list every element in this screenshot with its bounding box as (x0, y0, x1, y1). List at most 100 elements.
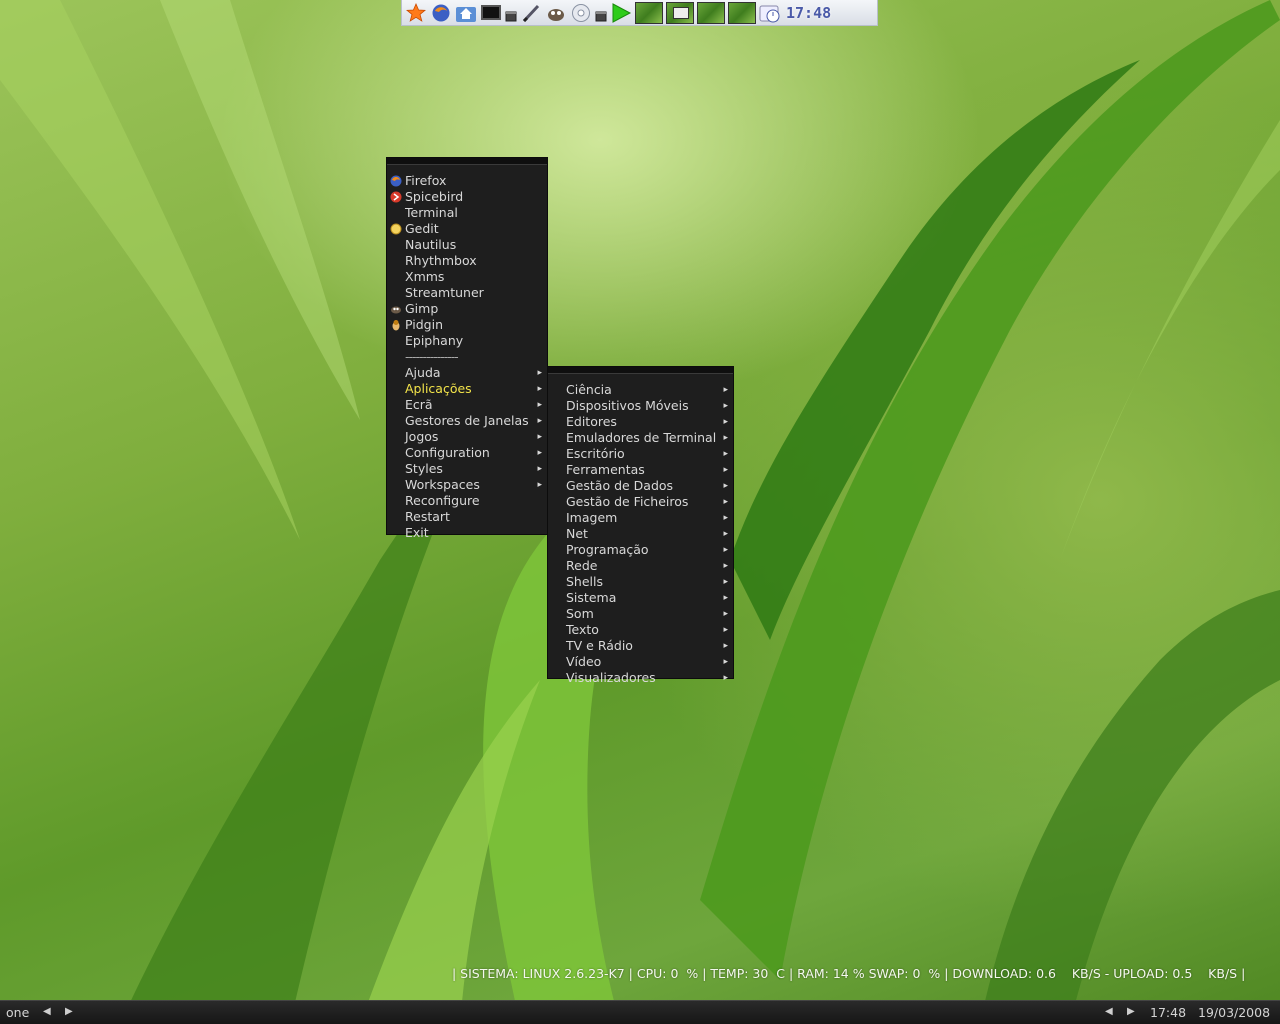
chevron-right-icon: ▸ (537, 368, 542, 378)
submenu-item[interactable]: Sistema ▸ (548, 590, 733, 606)
pen-icon[interactable] (520, 3, 542, 23)
menu-item-ajuda[interactable]: Ajuda ▸ (387, 365, 547, 381)
menu-item-styles[interactable]: Styles ▸ (387, 461, 547, 477)
submenu-item-label: Ciência (566, 382, 612, 397)
chevron-right-icon: ▸ (537, 480, 542, 490)
menu-item-label: Jogos (405, 429, 439, 444)
menu-item-restart[interactable]: Restart (387, 509, 547, 525)
submenu-item-label: Rede (566, 558, 598, 573)
window-icon[interactable] (595, 7, 607, 21)
menu-item-pidgin[interactable]: Pidgin (387, 317, 547, 333)
window-thumbnail (673, 6, 689, 19)
submenu-item[interactable]: TV e Rádio ▸ (548, 638, 733, 654)
menu-item-streamtuner[interactable]: Streamtuner (387, 285, 547, 301)
menu-item-jogos[interactable]: Jogos ▸ (387, 429, 547, 445)
submenu-item-label: Net (566, 526, 588, 541)
root-menu: Firefox Spicebird Terminal Gedit Nautilu… (386, 157, 548, 540)
menu-item-workspaces[interactable]: Workspaces ▸ (387, 477, 547, 493)
menu-title-bar (548, 367, 733, 374)
chevron-right-icon: ▸ (537, 464, 542, 474)
chevron-right-icon: ▸ (723, 401, 728, 411)
submenu-item[interactable]: Visualizadores ▸ (548, 670, 733, 686)
window-icon[interactable] (505, 7, 517, 21)
gimp-icon[interactable] (545, 3, 567, 23)
firefox-icon[interactable] (430, 3, 452, 23)
workspace-4-thumbnail[interactable] (728, 1, 756, 24)
terminal-icon[interactable] (480, 3, 502, 23)
menu-item-aplicacoes[interactable]: Aplicações ▸ (387, 381, 547, 397)
submenu-item[interactable]: Emuladores de Terminal ▸ (548, 430, 733, 446)
next-window-icon[interactable]: ▶ (1127, 1006, 1135, 1017)
menu-item-spicebird[interactable]: Spicebird (387, 189, 547, 205)
chevron-right-icon: ▸ (723, 497, 728, 507)
submenu-item-label: Visualizadores (566, 670, 656, 685)
submenu-item[interactable]: Escritório ▸ (548, 446, 733, 462)
home-folder-icon[interactable] (455, 3, 477, 23)
menu-item-xmms[interactable]: Xmms (387, 269, 547, 285)
submenu-item[interactable]: Ferramentas ▸ (548, 462, 733, 478)
submenu-item[interactable]: Dispositivos Móveis ▸ (548, 398, 733, 414)
aplicacoes-submenu: Ciência ▸ Dispositivos Móveis ▸ Editores ▸ Emu… (547, 366, 734, 685)
submenu-item-label: Editores (566, 414, 617, 429)
submenu-item[interactable]: Imagem ▸ (548, 510, 733, 526)
chevron-right-icon: ▸ (723, 641, 728, 651)
menu-item-configuration[interactable]: Configuration ▸ (387, 445, 547, 461)
menu-item-nautilus[interactable]: Nautilus (387, 237, 547, 253)
next-workspace-icon[interactable]: ▶ (65, 1006, 73, 1017)
menu-item-label: Exit (405, 525, 429, 540)
menu-item-label: Workspaces (405, 477, 480, 492)
workspace-1-thumbnail[interactable] (635, 1, 663, 24)
menu-item-firefox[interactable]: Firefox (387, 173, 547, 189)
top-bar-clock: 17:48 (786, 3, 832, 22)
chevron-right-icon: ▸ (537, 384, 542, 394)
workspace-2-thumbnail[interactable] (666, 1, 694, 24)
chevron-right-icon: ▸ (723, 385, 728, 395)
play-icon[interactable] (610, 2, 632, 23)
submenu-item-label: Texto (566, 622, 599, 637)
previous-workspace-icon[interactable]: ◀ (43, 1006, 51, 1017)
menu-item-label: Epiphany (405, 333, 464, 348)
menu-item-ecra[interactable]: Ecrã ▸ (387, 397, 547, 413)
menu-item-gedit[interactable]: Gedit (387, 221, 547, 237)
menu-item-epiphany[interactable]: Epiphany (387, 333, 547, 349)
menu-item-terminal[interactable]: Terminal (387, 205, 547, 221)
menu-item-exit[interactable]: Exit (387, 525, 547, 541)
submenu-item[interactable]: Programação ▸ (548, 542, 733, 558)
submenu-item[interactable]: Editores ▸ (548, 414, 733, 430)
menu-item-label: Rhythmbox (405, 253, 477, 268)
panel-clock: 17:48 (1150, 1005, 1187, 1020)
menu-item-gimp[interactable]: Gimp (387, 301, 547, 317)
cd-icon[interactable] (570, 3, 592, 23)
submenu-item[interactable]: Net ▸ (548, 526, 733, 542)
star-icon[interactable] (405, 2, 427, 23)
menu-item-reconfigure[interactable]: Reconfigure (387, 493, 547, 509)
chevron-right-icon: ▸ (723, 673, 728, 683)
submenu-item[interactable]: Gestão de Dados ▸ (548, 478, 733, 494)
clock-icon (759, 3, 781, 23)
menu-item-rhythmbox[interactable]: Rhythmbox (387, 253, 547, 269)
workspace-3-thumbnail[interactable] (697, 1, 725, 24)
menu-title-bar (387, 158, 547, 165)
system-monitor-text: | SISTEMA: LINUX 2.6.23-K7 | CPU: 0 % | … (452, 966, 1246, 981)
chevron-right-icon: ▸ (723, 609, 728, 619)
chevron-right-icon: ▸ (723, 593, 728, 603)
submenu-item[interactable]: Som ▸ (548, 606, 733, 622)
submenu-item[interactable]: Shells ▸ (548, 574, 733, 590)
submenu-item[interactable]: Rede ▸ (548, 558, 733, 574)
submenu-item-label: Gestão de Ficheiros (566, 494, 689, 509)
previous-window-icon[interactable]: ◀ (1105, 1006, 1113, 1017)
menu-item-label: Gimp (405, 301, 439, 316)
chevron-right-icon: ▸ (723, 481, 728, 491)
submenu-item[interactable]: Vídeo ▸ (548, 654, 733, 670)
submenu-item[interactable]: Gestão de Ficheiros ▸ (548, 494, 733, 510)
submenu-item-label: Sistema (566, 590, 617, 605)
menu-item-label: Streamtuner (405, 285, 484, 300)
chevron-right-icon: ▸ (723, 513, 728, 523)
menu-item-label: Ajuda (405, 365, 441, 380)
menu-item-label: Xmms (405, 269, 445, 284)
submenu-item[interactable]: Texto ▸ (548, 622, 733, 638)
menu-item-gestores-de-janelas[interactable]: Gestores de Janelas ▸ (387, 413, 547, 429)
submenu-item[interactable]: Ciência ▸ (548, 382, 733, 398)
menu-item-label: Reconfigure (405, 493, 480, 508)
submenu-item-label: Dispositivos Móveis (566, 398, 689, 413)
